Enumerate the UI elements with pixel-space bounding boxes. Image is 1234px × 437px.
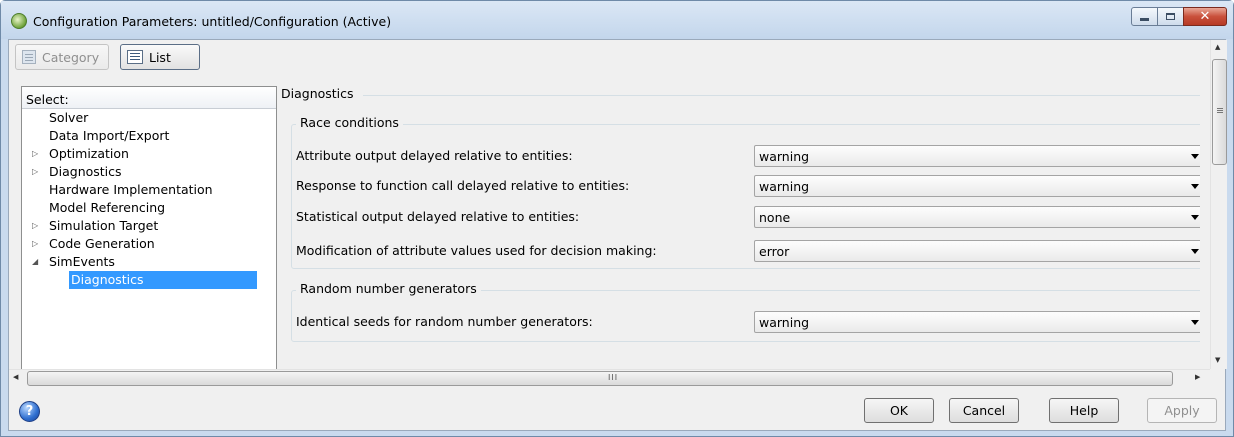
identical-seeds-select[interactable]: warning (754, 311, 1200, 333)
client-area: Category List Select: Solver Data Import… (8, 39, 1227, 431)
window-title: Configuration Parameters: untitled/Confi… (33, 14, 392, 29)
category-tree: Solver Data Import/Export ▷ Optimization… (22, 109, 276, 289)
param-row: Modification of attribute values used fo… (296, 240, 1200, 262)
expand-arrow-icon[interactable]: ▷ (32, 235, 38, 253)
param-label: Response to function call delayed relati… (296, 178, 630, 193)
param-row: Identical seeds for random number genera… (296, 311, 1200, 333)
dropdown-arrow-icon (1191, 215, 1199, 220)
vertical-scroll-thumb[interactable] (1212, 59, 1227, 165)
help-icon[interactable]: ? (19, 401, 40, 422)
expand-arrow-icon[interactable]: ▷ (32, 163, 38, 181)
matlab-app-icon (11, 13, 27, 29)
close-icon: ✕ (1199, 9, 1211, 24)
category-icon (22, 50, 36, 64)
race-conditions-group: Race conditions Attribute output delayed… (291, 115, 1200, 269)
select-tree-panel: Select: Solver Data Import/Export ▷ Opti… (21, 86, 277, 372)
tree-item-label: Simulation Target (49, 218, 159, 233)
tree-item-label: Hardware Implementation (49, 182, 213, 197)
select-header: Select: (22, 87, 276, 109)
tree-item-solver[interactable]: Solver (22, 109, 276, 127)
param-label: Modification of attribute values used fo… (296, 243, 657, 258)
random-number-generators-group: Random number generators Identical seeds… (291, 281, 1200, 342)
ok-button[interactable]: OK (864, 398, 934, 423)
window-controls: ✕ (1131, 7, 1227, 27)
tree-item-label: Data Import/Export (49, 128, 170, 143)
apply-button[interactable]: Apply (1147, 398, 1217, 423)
minimize-icon (1140, 18, 1149, 21)
expand-arrow-icon[interactable]: ▷ (32, 217, 38, 235)
minimize-button[interactable] (1131, 7, 1158, 26)
maximize-button[interactable] (1157, 7, 1184, 26)
category-view-button[interactable]: Category (15, 44, 109, 70)
category-label: Category (42, 49, 100, 65)
dropdown-arrow-icon (1191, 249, 1199, 254)
tree-item-label: Diagnostics (49, 164, 122, 179)
title-bar: Configuration Parameters: untitled/Confi… (1, 1, 1233, 39)
param-label: Identical seeds for random number genera… (296, 314, 593, 329)
tree-item-simevents[interactable]: ◢ SimEvents (22, 253, 276, 271)
param-label: Attribute output delayed relative to ent… (296, 148, 573, 163)
tree-item-label: Diagnostics (71, 272, 144, 287)
response-function-call-select[interactable]: warning (754, 175, 1200, 197)
tree-item-code-generation[interactable]: ▷ Code Generation (22, 235, 276, 253)
grip-icon: III (608, 373, 619, 382)
dropdown-arrow-icon (1191, 154, 1199, 159)
grip-icon (1217, 108, 1223, 109)
list-view-button[interactable]: List (120, 44, 200, 70)
attribute-modification-select[interactable]: error (754, 240, 1200, 262)
maximize-icon (1166, 13, 1175, 20)
list-icon (127, 50, 143, 64)
tree-item-model-referencing[interactable]: Model Referencing (22, 199, 276, 217)
tree-item-simevents-diagnostics[interactable]: Diagnostics (22, 271, 276, 289)
dropdown-arrow-icon (1191, 320, 1199, 325)
tree-item-hardware-implementation[interactable]: Hardware Implementation (22, 181, 276, 199)
collapse-arrow-icon[interactable]: ◢ (32, 253, 38, 271)
tree-item-data-import-export[interactable]: Data Import/Export (22, 127, 276, 145)
tree-item-optimization[interactable]: ▷ Optimization (22, 145, 276, 163)
help-button[interactable]: Help (1049, 398, 1119, 423)
tree-item-label: Code Generation (49, 236, 155, 251)
list-label: List (149, 49, 171, 65)
param-label: Statistical output delayed relative to e… (296, 209, 580, 224)
expand-arrow-icon[interactable]: ▷ (32, 145, 38, 163)
config-window: Configuration Parameters: untitled/Confi… (0, 0, 1234, 437)
tree-item-label: SimEvents (49, 254, 115, 269)
section-title: Diagnostics (281, 86, 354, 101)
vertical-scrollbar[interactable]: ▲ ▼ (1210, 40, 1227, 369)
scroll-up-icon[interactable]: ▲ (1215, 43, 1220, 51)
group-title: Random number generators (296, 281, 481, 296)
attribute-output-delayed-select[interactable]: warning (754, 145, 1200, 167)
scroll-right-icon[interactable]: ▶ (1195, 373, 1200, 381)
param-row: Attribute output delayed relative to ent… (296, 145, 1200, 167)
param-row: Response to function call delayed relati… (296, 175, 1200, 197)
select-value: error (759, 244, 790, 259)
select-value: none (759, 210, 791, 225)
scroll-down-icon[interactable]: ▼ (1215, 356, 1220, 364)
tree-item-diagnostics[interactable]: ▷ Diagnostics (22, 163, 276, 181)
section-divider (363, 95, 1200, 96)
select-value: warning (759, 179, 810, 194)
param-row: Statistical output delayed relative to e… (296, 206, 1200, 228)
parameters-pane: Diagnostics Race conditions Attribute ou… (265, 40, 1200, 369)
horizontal-scrollbar[interactable]: ◀ III ▶ (9, 369, 1210, 386)
select-value: warning (759, 149, 810, 164)
tree-item-simulation-target[interactable]: ▷ Simulation Target (22, 217, 276, 235)
select-value: warning (759, 315, 810, 330)
dropdown-arrow-icon (1191, 184, 1199, 189)
tree-item-label: Solver (49, 110, 89, 125)
horizontal-scroll-thumb[interactable]: III (27, 371, 1173, 386)
scroll-left-icon[interactable]: ◀ (13, 373, 18, 381)
tree-item-label: Optimization (49, 146, 129, 161)
close-button[interactable]: ✕ (1183, 7, 1227, 26)
cancel-button[interactable]: Cancel (949, 398, 1019, 423)
group-title: Race conditions (296, 115, 403, 130)
tree-item-label: Model Referencing (49, 200, 166, 215)
statistical-output-select[interactable]: none (754, 206, 1200, 228)
